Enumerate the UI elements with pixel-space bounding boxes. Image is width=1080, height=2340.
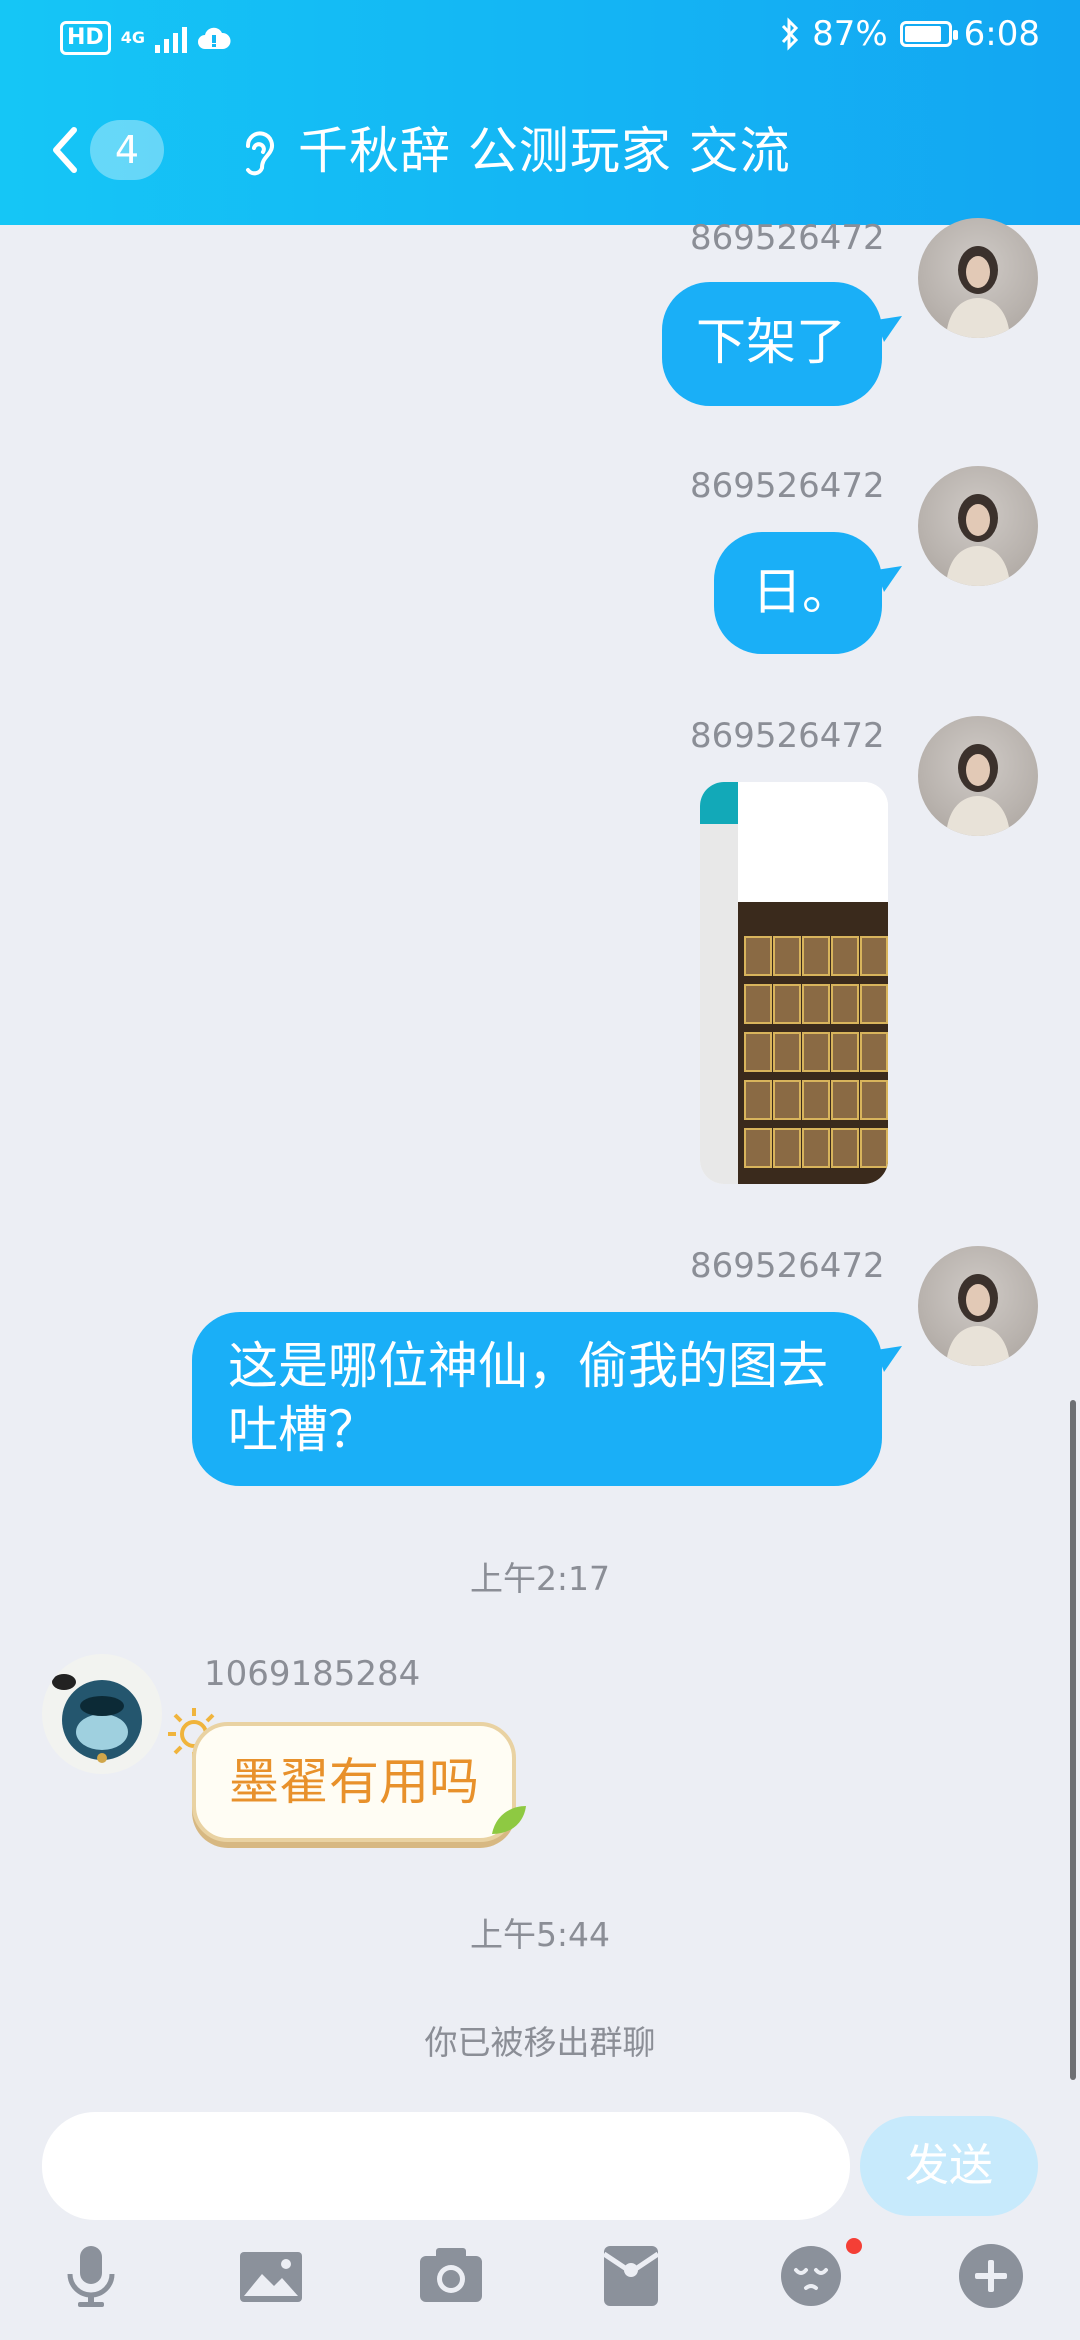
send-button[interactable]: 发送 (860, 2116, 1038, 2216)
cloud-icon (197, 27, 231, 49)
thumbnail-card (860, 1032, 888, 1072)
message-text: 下架了 (696, 313, 846, 371)
message-text-line: 这是哪位神仙，偷我的图去 (228, 1337, 828, 1395)
message-text: 日。 (752, 563, 852, 621)
status-bar: HD 4G 87% 6:08 (0, 0, 1080, 75)
avatar[interactable] (42, 1654, 162, 1774)
thumbnail-card (831, 1032, 859, 1072)
chat-header: HD 4G 87% 6:08 4 千秋辞 公测玩家 交流 (0, 0, 1080, 225)
thumbnail-card (744, 1032, 772, 1072)
network-type: 4G (120, 28, 145, 47)
timestamp: 上午5:44 (469, 1915, 611, 1954)
thumbnail-card (773, 984, 801, 1024)
thumbnail-card (860, 936, 888, 976)
hd-indicator: HD (60, 21, 111, 55)
thumbnail-card (831, 1080, 859, 1120)
leaf-decoration-icon (492, 1806, 526, 1834)
message-bubble[interactable]: 日。 (714, 532, 882, 654)
thumbnail-card (744, 936, 772, 976)
thumbnail-card (802, 1128, 830, 1168)
thumbnail-card (744, 1128, 772, 1168)
avatar[interactable] (918, 218, 1038, 338)
plus-icon[interactable] (956, 2240, 1026, 2310)
avatar[interactable] (918, 466, 1038, 586)
message-text-line: 吐槽？ (228, 1401, 378, 1459)
bubble-tail (876, 566, 902, 592)
chat-title: 千秋辞 公测玩家 交流 (298, 122, 791, 180)
thumbnail-card (860, 984, 888, 1024)
thumbnail-card (744, 1080, 772, 1120)
thumbnail-card (802, 1080, 830, 1120)
battery-percent: 87% (812, 14, 888, 54)
thumbnail-card (802, 1032, 830, 1072)
thumbnail-card (802, 984, 830, 1024)
bubble-tail (876, 316, 902, 342)
input-bar: 发送 (0, 2090, 1080, 2340)
image-icon[interactable] (236, 2240, 306, 2310)
sender-name: 869526472 (690, 716, 885, 756)
thumbnail-card (802, 936, 830, 976)
unread-count-badge[interactable]: 4 (90, 120, 164, 180)
message-bubble[interactable]: 这是哪位神仙，偷我的图去 吐槽？ (192, 1312, 882, 1486)
avatar[interactable] (918, 1246, 1038, 1366)
thumbnail-card (860, 1128, 888, 1168)
thumbnail-card (773, 1032, 801, 1072)
microphone-icon[interactable] (56, 2240, 126, 2310)
thumbnail-card (831, 1128, 859, 1168)
sender-name: 1069185284 (204, 1654, 421, 1694)
thumbnail-card (744, 984, 772, 1024)
message-bubble-incoming[interactable]: 墨翟有用吗 (192, 1722, 516, 1842)
avatar[interactable] (918, 716, 1038, 836)
message-bubble[interactable]: 下架了 (662, 282, 882, 406)
notification-dot (846, 2238, 862, 2254)
timestamp: 上午2:17 (469, 1559, 611, 1598)
scrollbar[interactable] (1070, 1400, 1076, 2080)
emoji-icon[interactable] (776, 2240, 846, 2310)
bubble-tail (876, 1346, 902, 1372)
sender-name: 869526472 (690, 466, 885, 506)
back-button[interactable] (44, 120, 84, 180)
message-input[interactable] (42, 2112, 850, 2220)
thumbnail-card (773, 936, 801, 976)
image-message[interactable] (700, 782, 888, 1184)
system-notice: 你已被移出群聊 (424, 2023, 656, 2062)
battery-icon (899, 21, 958, 47)
message-text: 墨翟有用吗 (229, 1753, 479, 1811)
thumbnail-card (773, 1128, 801, 1168)
earpiece-mode-icon[interactable] (236, 124, 280, 180)
camera-icon[interactable] (416, 2240, 486, 2310)
red-packet-icon[interactable] (596, 2240, 666, 2310)
clock: 6:08 (963, 14, 1040, 54)
thumbnail-card (773, 1080, 801, 1120)
sender-name: 869526472 (690, 1246, 885, 1286)
bluetooth-icon (781, 17, 799, 51)
thumbnail-card (831, 984, 859, 1024)
signal-icon (154, 23, 187, 53)
thumbnail-card (860, 1080, 888, 1120)
sender-name: 869526472 (690, 218, 885, 258)
thumbnail-card (831, 936, 859, 976)
